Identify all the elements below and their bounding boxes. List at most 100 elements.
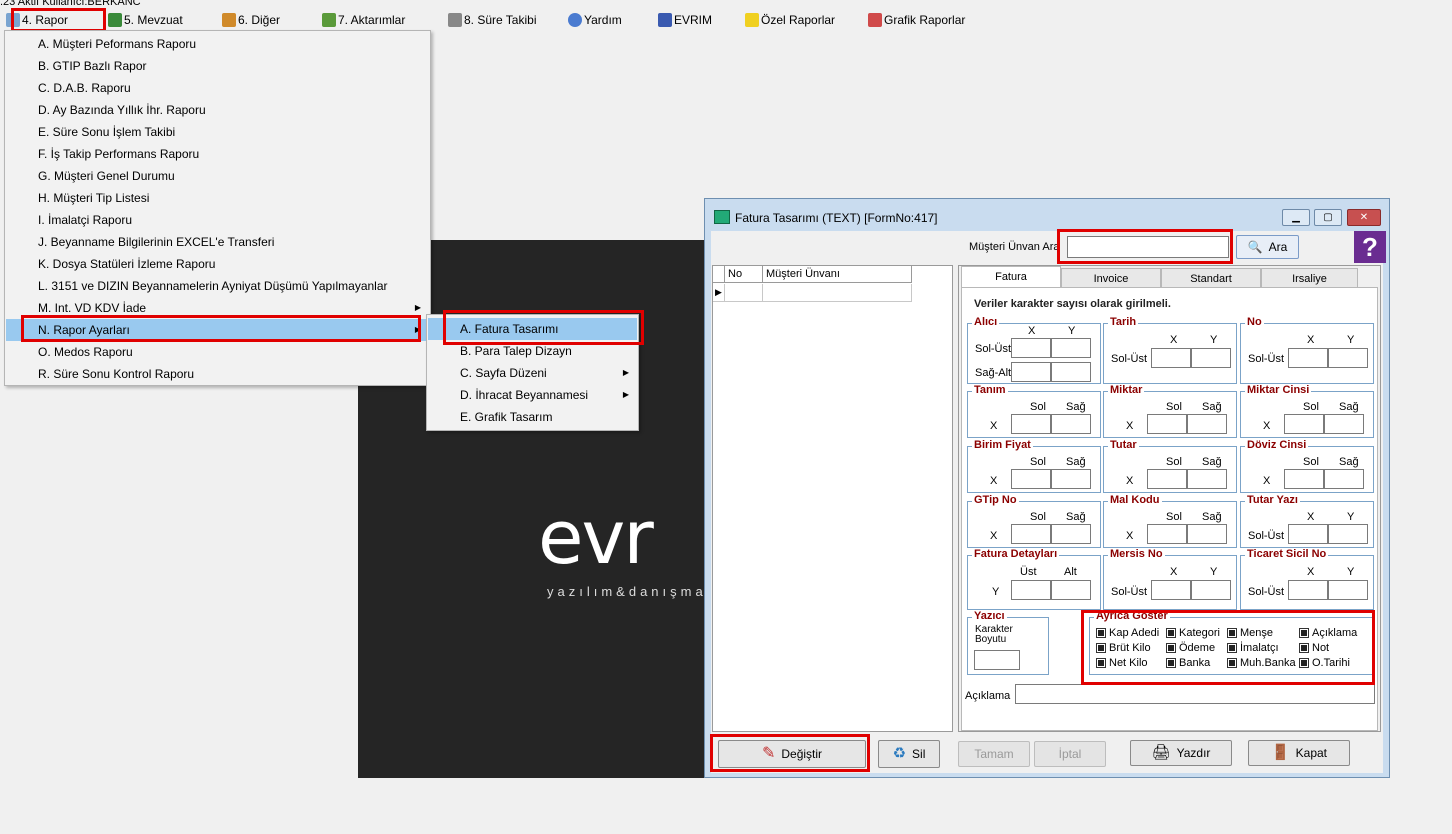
menu-diger[interactable]: 6. Diğer bbox=[222, 10, 280, 30]
submenu-arrow-icon: ▶ bbox=[622, 390, 629, 399]
menu-sure-takibi[interactable]: 8. Süre Takibi bbox=[448, 10, 537, 30]
ticaret-sicil-x-field[interactable] bbox=[1288, 580, 1328, 600]
menu-item-sure-sonu-kontrol[interactable]: R. Süre Sonu Kontrol Raporu bbox=[6, 363, 429, 385]
tutar-sag-field[interactable] bbox=[1187, 469, 1227, 489]
menu-ozel-raporlar[interactable]: Özel Raporlar bbox=[745, 10, 835, 30]
checkbox-kategori[interactable]: Kategori bbox=[1166, 627, 1220, 639]
maximize-button[interactable]: ▢ bbox=[1314, 209, 1342, 226]
tamam-button[interactable]: Tamam bbox=[958, 741, 1030, 767]
window-titlebar[interactable]: Fatura Tasarımı (TEXT) [FormNo:417] ▁ ▢ … bbox=[705, 199, 1389, 231]
miktar-sol-field[interactable] bbox=[1147, 414, 1187, 434]
checkbox-muh-banka[interactable]: Muh.Banka bbox=[1227, 657, 1296, 669]
grid-header-no[interactable]: No bbox=[725, 266, 763, 283]
tab-standart[interactable]: Standart bbox=[1161, 268, 1261, 288]
submenu-para-talep[interactable]: B. Para Talep Dizayn bbox=[428, 340, 637, 362]
checkbox-odeme[interactable]: Ödeme bbox=[1166, 642, 1215, 654]
menu-evrim[interactable]: EVRIM bbox=[658, 10, 712, 30]
fatura-detay-ust-field[interactable] bbox=[1011, 580, 1051, 600]
ticaret-sicil-y-field[interactable] bbox=[1328, 580, 1368, 600]
checkbox-brut-kilo[interactable]: Brüt Kilo bbox=[1096, 642, 1151, 654]
tutar-sol-field[interactable] bbox=[1147, 469, 1187, 489]
checkbox-o-tarihi[interactable]: O.Tarihi bbox=[1299, 657, 1350, 669]
menu-aktarimlar[interactable]: 7. Aktarımlar bbox=[322, 10, 405, 30]
menu-item-musteri-performans[interactable]: A. Müşteri Peformans Raporu bbox=[6, 33, 429, 55]
checkbox-mense[interactable]: Menşe bbox=[1227, 627, 1273, 639]
edit-pencil-icon: ✎ bbox=[761, 745, 776, 762]
alici-solust-y-field[interactable] bbox=[1051, 338, 1091, 358]
checkbox-net-kilo[interactable]: Net Kilo bbox=[1096, 657, 1148, 669]
tanim-sol-field[interactable] bbox=[1011, 414, 1051, 434]
alici-solust-x-field[interactable] bbox=[1011, 338, 1051, 358]
submenu-sayfa-duzeni[interactable]: C. Sayfa Düzeni ▶ bbox=[428, 362, 637, 384]
tanim-sag-field[interactable] bbox=[1051, 414, 1091, 434]
ara-button[interactable]: 🔍 Ara bbox=[1236, 235, 1299, 259]
mersis-y-field[interactable] bbox=[1191, 580, 1231, 600]
miktar-sag-field[interactable] bbox=[1187, 414, 1227, 434]
checkbox-aciklama[interactable]: Açıklama bbox=[1299, 627, 1357, 639]
yazdir-button[interactable]: 🖨 Yazdır bbox=[1130, 740, 1232, 766]
menu-item-excel-transfer[interactable]: J. Beyanname Bilgilerinin EXCEL'e Transf… bbox=[6, 231, 429, 253]
help-icon[interactable]: ? bbox=[1354, 231, 1386, 263]
no-y-field[interactable] bbox=[1328, 348, 1368, 368]
gtip-sol-field[interactable] bbox=[1011, 524, 1051, 544]
menu-item-rapor-ayarlari[interactable]: N. Rapor Ayarları ▶ bbox=[6, 319, 429, 341]
kapat-button[interactable]: 🚪 Kapat bbox=[1248, 740, 1350, 766]
menu-mevzuat[interactable]: 5. Mevzuat bbox=[108, 10, 183, 30]
menu-item-is-takip[interactable]: F. İş Takip Performans Raporu bbox=[6, 143, 429, 165]
menu-item-yillik-ihr[interactable]: D. Ay Bazında Yıllık İhr. Raporu bbox=[6, 99, 429, 121]
checkbox-banka[interactable]: Banka bbox=[1166, 657, 1210, 669]
fatura-detay-alt-field[interactable] bbox=[1051, 580, 1091, 600]
menu-item-musteri-genel[interactable]: G. Müşteri Genel Durumu bbox=[6, 165, 429, 187]
karakter-boyutu-field[interactable] bbox=[974, 650, 1020, 670]
checkbox-not[interactable]: Not bbox=[1299, 642, 1329, 654]
alici-sagalt-x-field[interactable] bbox=[1011, 362, 1051, 382]
submenu-ihracat-beyannamesi[interactable]: D. İhracat Beyannamesi ▶ bbox=[428, 384, 637, 406]
menu-item-gtip-bazli[interactable]: B. GTIP Bazlı Rapor bbox=[6, 55, 429, 77]
doviz-cinsi-sag-field[interactable] bbox=[1324, 469, 1364, 489]
close-button[interactable]: ✕ bbox=[1347, 209, 1381, 226]
doviz-cinsi-sol-field[interactable] bbox=[1284, 469, 1324, 489]
tarih-y-field[interactable] bbox=[1191, 348, 1231, 368]
submenu-grafik-tasarim[interactable]: E. Grafik Tasarım bbox=[428, 406, 637, 428]
menu-item-dab-raporu[interactable]: C. D.A.B. Raporu bbox=[6, 77, 429, 99]
checkbox-imalatci[interactable]: İmalatçı bbox=[1227, 642, 1279, 654]
menu-item-sure-sonu-islem[interactable]: E. Süre Sonu İşlem Takibi bbox=[6, 121, 429, 143]
gtip-sag-field[interactable] bbox=[1051, 524, 1091, 544]
checkbox-kap-adedi[interactable]: Kap Adedi bbox=[1096, 627, 1159, 639]
miktar-cinsi-sol-field[interactable] bbox=[1284, 414, 1324, 434]
tab-fatura[interactable]: Fatura bbox=[961, 266, 1061, 288]
submenu-fatura-tasarimi[interactable]: A. Fatura Tasarımı bbox=[428, 318, 637, 340]
tab-irsaliye[interactable]: Irsaliye bbox=[1261, 268, 1358, 288]
birim-fiyat-sol-field[interactable] bbox=[1011, 469, 1051, 489]
customer-grid[interactable]: No Müşteri Ünvanı ▶ bbox=[712, 265, 953, 732]
tutar-yazi-x-field[interactable] bbox=[1288, 524, 1328, 544]
degistir-button[interactable]: ✎ Değiştir bbox=[718, 740, 866, 768]
aciklama-input[interactable] bbox=[1015, 684, 1375, 704]
birim-fiyat-sag-field[interactable] bbox=[1051, 469, 1091, 489]
minimize-button[interactable]: ▁ bbox=[1282, 209, 1310, 226]
mersis-x-field[interactable] bbox=[1151, 580, 1191, 600]
grid-cell[interactable] bbox=[763, 284, 912, 302]
search-input[interactable] bbox=[1067, 236, 1229, 258]
alici-sagalt-y-field[interactable] bbox=[1051, 362, 1091, 382]
iptal-button[interactable]: İptal bbox=[1034, 741, 1106, 767]
tutar-yazi-y-field[interactable] bbox=[1328, 524, 1368, 544]
menu-rapor[interactable]: 4. Rapor bbox=[6, 10, 68, 30]
menu-yardim[interactable]: Yardım bbox=[568, 10, 622, 30]
grid-header-unvan[interactable]: Müşteri Ünvanı bbox=[763, 266, 912, 283]
menu-item-3151-dizin[interactable]: L. 3151 ve DIZIN Beyannamelerin Ayniyat … bbox=[6, 275, 429, 297]
menu-grafik-raporlar[interactable]: Grafik Raporlar bbox=[868, 10, 965, 30]
sil-button[interactable]: ♻ Sil bbox=[878, 740, 940, 768]
no-x-field[interactable] bbox=[1288, 348, 1328, 368]
miktar-cinsi-sag-field[interactable] bbox=[1324, 414, 1364, 434]
mal-kodu-sol-field[interactable] bbox=[1147, 524, 1187, 544]
tarih-x-field[interactable] bbox=[1151, 348, 1191, 368]
menu-item-musteri-tip[interactable]: H. Müşteri Tip Listesi bbox=[6, 187, 429, 209]
grid-cell[interactable] bbox=[725, 284, 763, 302]
menu-item-dosya-statu[interactable]: K. Dosya Statüleri İzleme Raporu bbox=[6, 253, 429, 275]
tab-invoice[interactable]: Invoice bbox=[1061, 268, 1161, 288]
menu-item-imalatci[interactable]: I. İmalatçi Raporu bbox=[6, 209, 429, 231]
mal-kodu-sag-field[interactable] bbox=[1187, 524, 1227, 544]
menu-item-kdv-iade[interactable]: M. Int. VD KDV İade ▶ bbox=[6, 297, 429, 319]
menu-item-medos[interactable]: O. Medos Raporu bbox=[6, 341, 429, 363]
